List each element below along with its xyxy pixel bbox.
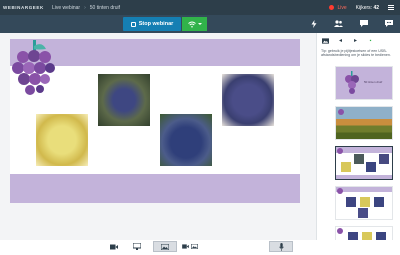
slide-thumbnail-4[interactable]	[335, 186, 393, 220]
chevron-down-icon	[197, 23, 202, 25]
live-label: Live	[337, 4, 347, 11]
camera-button[interactable]	[108, 241, 119, 252]
grape-logo-mini-icon	[337, 188, 343, 194]
thumb-photo-1	[346, 197, 356, 207]
purple-grapes-photo-1	[98, 74, 150, 126]
chevron-right-icon: ›	[84, 4, 86, 11]
purple-grapes-photo-3	[222, 74, 274, 126]
chat-icon[interactable]	[358, 18, 369, 29]
viewers-label: Kijkers:	[355, 4, 373, 11]
stop-icon	[130, 21, 136, 27]
slides-sidebar: ◂ ▸ ▪ Tip: gebruik je pijltjestoetsen of…	[316, 33, 400, 240]
breadcrumb: Live webinar › 50 tinten druif	[52, 5, 120, 11]
breadcrumb-live-webinar[interactable]: Live webinar	[52, 5, 80, 11]
thumb-photo-1	[354, 154, 364, 164]
thumb-photo-1	[348, 232, 358, 240]
screen-share-button[interactable]	[131, 241, 142, 252]
people-icon[interactable]	[333, 18, 344, 29]
screen-share-icon	[132, 243, 141, 250]
thumb-photo-3	[376, 232, 386, 240]
live-dot-icon	[329, 5, 335, 10]
grape-logo-mini-icon	[337, 148, 343, 154]
slide-bottom-band	[10, 174, 300, 203]
slide-icon	[161, 243, 169, 250]
camera-slide-button[interactable]	[180, 241, 200, 252]
viewer-count: Kijkers: 42	[356, 5, 379, 11]
top-bar: WEBINARGEEK Live webinar › 50 tinten dru…	[0, 0, 400, 15]
purple-grapes-photo-2	[160, 114, 212, 166]
slide-thumbnail-1[interactable]: 50 tinten druif	[335, 66, 393, 100]
stop-webinar-label: Stop webinar	[138, 21, 174, 27]
thumb-photo-3	[374, 197, 384, 207]
thumb-photo-2	[341, 162, 351, 172]
questions-icon[interactable]	[383, 18, 394, 29]
breadcrumb-webinar-title: 50 tinten druif	[89, 4, 121, 11]
brand-logo: WEBINARGEEK	[3, 5, 44, 10]
current-slide	[10, 39, 300, 203]
camera-icon	[182, 244, 189, 249]
slide-button[interactable]	[153, 241, 177, 252]
camera-icon	[109, 244, 118, 249]
grape-logo-mini-icon	[337, 228, 343, 234]
slide-thumbnail-2[interactable]	[335, 106, 393, 140]
lightning-icon[interactable]	[308, 18, 319, 29]
slide-thumbnail-3[interactable]	[335, 146, 393, 180]
wifi-icon	[187, 21, 196, 28]
thumb-band-top	[336, 187, 392, 192]
slide-image-icon[interactable]	[322, 37, 329, 44]
thumb-photo-4	[358, 208, 368, 218]
slides-arrow-left-icon[interactable]: ◂	[337, 37, 344, 44]
connection-button[interactable]	[182, 17, 207, 31]
thumb-band-bottom	[336, 175, 392, 179]
thumb-band-top	[336, 147, 392, 153]
thumbnail-caption: 50 tinten druif	[364, 80, 383, 84]
fullscreen-icon[interactable]: ▪	[367, 37, 374, 44]
thumb-photo-3	[366, 162, 376, 172]
grape-logo-mini-icon	[338, 109, 344, 115]
slide-thumbnail-5[interactable]	[335, 226, 393, 240]
thumb-photo-2	[360, 197, 370, 207]
viewers-number: 42	[373, 4, 379, 11]
green-grapes-photo	[36, 114, 88, 166]
microphone-button[interactable]	[269, 241, 293, 252]
grape-logo-image	[12, 40, 55, 95]
vineyard-thumbnail	[336, 107, 392, 139]
control-bar: Stop webinar	[0, 15, 400, 33]
sidebar-tip: Tip: gebruik je pijltjestoetsen of een U…	[321, 49, 391, 58]
menu-icon[interactable]	[388, 5, 394, 10]
stop-webinar-button[interactable]: Stop webinar	[123, 17, 181, 31]
live-indicator: Live	[329, 4, 347, 11]
slide-icon	[191, 244, 198, 249]
slides-arrow-right-icon[interactable]: ▸	[352, 37, 359, 44]
microphone-icon	[278, 242, 284, 251]
stage-toolbar	[0, 238, 316, 255]
thumb-photo-4	[379, 154, 389, 164]
presentation-stage	[0, 33, 316, 252]
thumb-photo-2	[362, 232, 372, 240]
